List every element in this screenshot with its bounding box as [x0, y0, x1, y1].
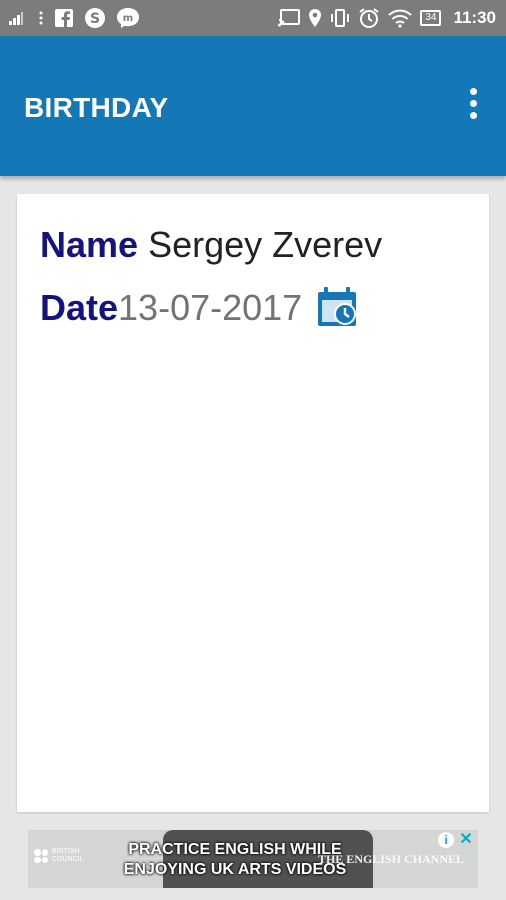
signal-icon [8, 10, 28, 26]
close-icon[interactable]: ✕ [458, 832, 474, 848]
battery-icon: 34 [420, 10, 442, 26]
birthday-card: Name Sergey Zverev Date 13-07-2017 [17, 194, 489, 812]
ad-channel: THE ENGLISH CHANNEL [317, 852, 464, 866]
status-bar-right: 34 11:30 [278, 6, 496, 30]
vibrate-icon [330, 8, 350, 28]
svg-text:m: m [123, 13, 133, 24]
app-bar: BIRTHDAY [0, 36, 506, 176]
date-row: Date 13-07-2017 [40, 286, 360, 330]
more-vert-icon[interactable] [466, 88, 480, 124]
date-value: 13-07-2017 [118, 287, 303, 328]
more-vert-icon [38, 10, 44, 26]
ad-brand: BRITISH COUNCIL [52, 848, 84, 863]
alarm-icon [358, 7, 380, 29]
status-time: 11:30 [453, 8, 496, 27]
info-icon[interactable]: i [438, 832, 454, 848]
name-label: Name [40, 224, 139, 265]
skype-icon: S [84, 7, 106, 29]
date-label: Date [40, 287, 119, 328]
name-row: Name Sergey Zverev [40, 224, 382, 266]
status-bar-left: S m [8, 6, 140, 30]
messenger-icon: m [116, 7, 140, 29]
ad-brand-logo: BRITISH COUNCIL [34, 848, 92, 864]
status-bar: S m 34 11:30 [0, 0, 506, 36]
ad-banner[interactable]: BRITISH COUNCIL PRACTICE ENGLISH WHILE E… [28, 830, 478, 888]
calendar-clock-icon[interactable] [314, 286, 360, 330]
svg-text:S: S [90, 11, 100, 27]
location-icon [308, 8, 322, 28]
facebook-icon [54, 8, 74, 28]
cast-icon [278, 9, 301, 27]
app-title: BIRTHDAY [24, 92, 169, 123]
name-value: Sergey Zverev [148, 224, 383, 265]
wifi-icon [388, 8, 413, 28]
